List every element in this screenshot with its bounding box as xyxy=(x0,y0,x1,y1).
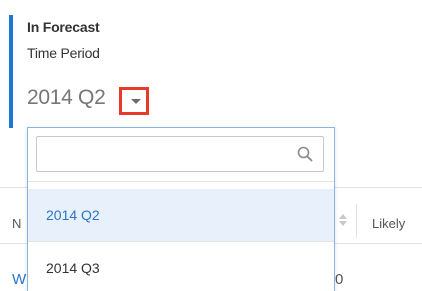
row-value-fragment: 0 xyxy=(335,271,344,288)
time-period-dropdown: 2014 Q2 2014 Q3 xyxy=(27,127,335,291)
table-header-likely[interactable]: Likely xyxy=(372,216,405,231)
dropdown-divider xyxy=(28,181,334,182)
chevron-down-icon xyxy=(131,99,141,104)
option-2014-q2[interactable]: 2014 Q2 xyxy=(28,189,334,241)
table-header-name[interactable]: N xyxy=(12,216,21,231)
accent-bar xyxy=(9,15,13,128)
filter-title: In Forecast xyxy=(27,19,100,35)
option-2014-q3[interactable]: 2014 Q3 xyxy=(28,241,334,291)
dropdown-toggle-button[interactable] xyxy=(119,87,149,115)
column-divider xyxy=(356,204,357,238)
filter-subtitle: Time Period xyxy=(27,45,100,61)
sort-icon[interactable] xyxy=(339,214,347,226)
search-input[interactable] xyxy=(37,137,293,171)
search-box[interactable] xyxy=(36,136,324,172)
row-link-fragment[interactable]: W xyxy=(12,271,26,288)
search-icon xyxy=(297,146,313,162)
selected-period-value[interactable]: 2014 Q2 xyxy=(27,86,106,110)
